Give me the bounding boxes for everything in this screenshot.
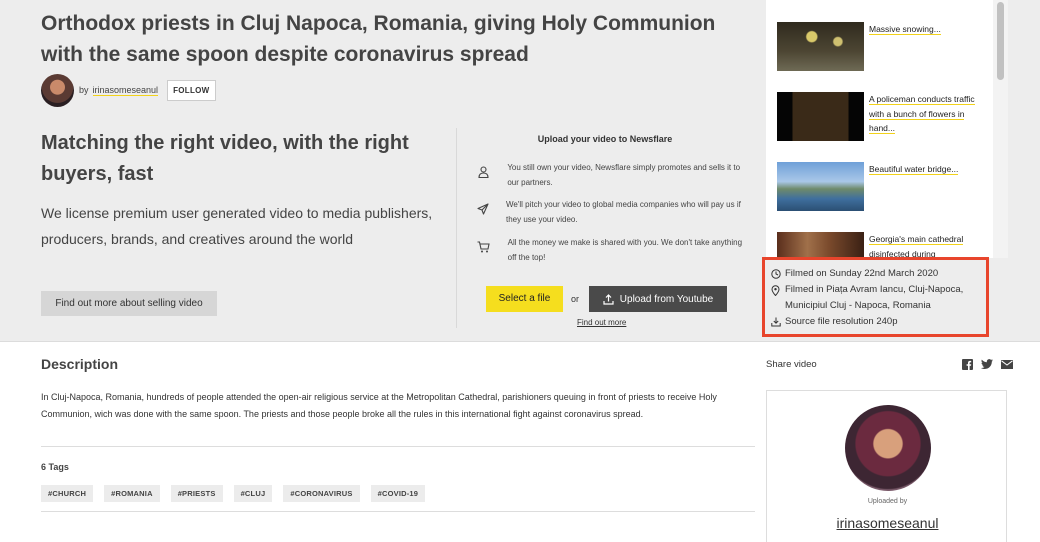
tags-title: 6 Tags [41,462,69,472]
tag-cluj[interactable]: #CLUJ [233,485,273,502]
related-video-title[interactable]: Beautiful water bridge... [869,162,989,211]
section-divider [0,341,1040,342]
related-video-thumbnail[interactable] [777,232,864,258]
upload-benefit-text: We'll pitch your video to global media c… [506,200,741,224]
tag-church[interactable]: #CHURCH [41,485,94,502]
related-video-thumbnail[interactable] [777,92,864,141]
share-icons [953,358,1013,370]
email-icon[interactable] [1001,358,1013,370]
twitter-icon[interactable] [981,358,993,370]
related-video-title[interactable]: Massive snowing... [869,22,989,71]
author-row: by irinasomeseanul FOLLOW [41,73,216,107]
related-video-thumbnail[interactable] [777,22,864,71]
filmed-in-row: Filmed in Piața Avram Iancu, Cluj-Napoca… [771,282,963,314]
user-icon [476,165,491,179]
promo-text: We license premium user generated video … [41,205,433,247]
location-pin-icon [771,282,783,298]
upload-benefit-pitch: We'll pitch your video to global media c… [476,197,746,227]
uploaded-by-label: Uploaded by [867,498,908,505]
upload-from-youtube-label: Upload from Youtube [619,293,714,305]
description-text: In Cluj-Napoca, Romania, hundreds of peo… [41,392,717,419]
upload-title: Upload your video to Newsflare [537,134,673,144]
tag-coronavirus[interactable]: #CORONAVIRUS [283,485,360,502]
resolution-text: Source file resolution 240p [785,316,898,327]
resolution-row: Source file resolution 240p [771,314,898,330]
related-video-item[interactable]: Georgia's main cathedral disinfected dur… [777,232,989,258]
tags-list: #CHURCH #ROMANIA #PRIESTS #CLUJ #CORONAV… [41,485,436,502]
uploader-avatar[interactable] [845,405,931,491]
related-video-item[interactable]: Massive snowing... [777,22,989,71]
filmed-in-text-line2: Municipiul Cluj - Napoca, Romania [785,300,931,311]
tag-romania[interactable]: #ROMANIA [104,485,160,502]
related-video-item[interactable]: A policeman conducts traffic with a bunc… [777,92,989,141]
upload-benefit-text: All the money we make is shared with you… [507,238,743,262]
author-link[interactable]: irinasomeseanul [92,85,159,96]
author-avatar[interactable] [41,73,74,107]
description-title: Description [41,356,119,372]
upload-benefit-ownership: You still own your video, Newsflare simp… [476,160,746,190]
uploader-name-link[interactable]: irinasomeseanul [767,515,1008,531]
filmed-on-text: Filmed on Sunday 22nd March 2020 [785,268,939,279]
related-video-title[interactable]: A policeman conducts traffic with a bunc… [869,92,989,141]
uploader-card: Uploaded by irinasomeseanul [766,390,1007,542]
upload-from-youtube-button[interactable]: Upload from Youtube [589,286,727,312]
description-divider [41,446,755,447]
send-icon [476,202,490,216]
related-videos-sidebar: Massive snowing... A policeman conducts … [766,0,993,258]
by-label: by [79,85,89,95]
tag-covid-19[interactable]: #COVID-19 [370,485,426,502]
find-out-more-selling-button[interactable]: Find out more about selling video [41,291,217,316]
follow-button[interactable]: FOLLOW [167,79,216,101]
filmed-in-text-line1: Filmed in Piața Avram Iancu, Cluj-Napoca… [785,284,964,295]
download-icon [771,314,783,330]
share-video-label: Share video [766,359,817,370]
cart-icon [476,240,492,254]
find-out-more-link[interactable]: Find out more [577,318,626,327]
tag-priests[interactable]: #PRIESTS [170,485,223,502]
promo-divider [456,128,457,328]
facebook-icon[interactable] [961,358,973,370]
or-label: or [571,294,580,304]
related-video-title[interactable]: Georgia's main cathedral disinfected dur… [869,232,989,258]
upload-benefit-text: You still own your video, Newsflare simp… [507,163,741,187]
sidebar-scroll-thumb[interactable] [997,2,1004,80]
related-video-thumbnail[interactable] [777,162,864,211]
clock-icon [771,266,783,282]
promo-heading: Matching the right video, with the right… [41,132,409,185]
filmed-on-row: Filmed on Sunday 22nd March 2020 [771,266,938,282]
related-video-item[interactable]: Beautiful water bridge... [777,162,989,211]
video-metadata-box: Filmed on Sunday 22nd March 2020 Filmed … [762,257,989,337]
video-title: Orthodox priests in Cluj Napoca, Romania… [41,12,716,66]
select-file-button[interactable]: Select a file [486,286,563,312]
upload-benefit-money: All the money we make is shared with you… [476,235,746,265]
upload-icon [603,293,614,305]
tags-divider [41,511,755,512]
